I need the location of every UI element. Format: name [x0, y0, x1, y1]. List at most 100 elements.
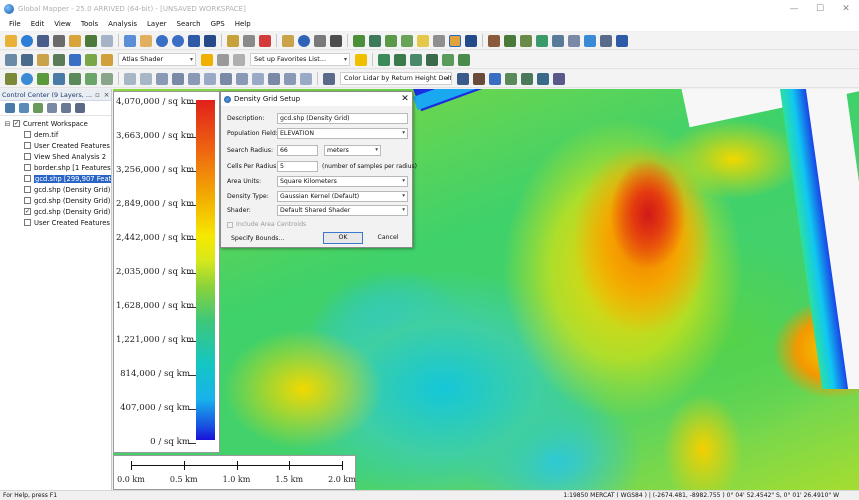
layer-item[interactable]: border.shp [1 Features]	[0, 162, 111, 173]
grid-icon[interactable]	[433, 34, 445, 47]
favorite-star-icon[interactable]	[355, 53, 367, 66]
lidar-draw-icon[interactable]	[378, 53, 390, 66]
search-icon[interactable]	[330, 34, 342, 47]
snap-vertex-icon[interactable]	[101, 72, 113, 85]
menu-tools[interactable]: Tools	[76, 20, 103, 28]
window-icon[interactable]	[101, 34, 113, 47]
split-icon[interactable]	[204, 72, 216, 85]
print-icon[interactable]	[53, 34, 65, 47]
land-icon[interactable]	[520, 34, 532, 47]
pencil-icon[interactable]	[227, 34, 239, 47]
favorites-select[interactable]: Set up Favorites List... ▾	[250, 53, 350, 66]
layer-metadata-icon[interactable]	[19, 103, 29, 113]
layer-checkbox[interactable]	[24, 175, 31, 182]
layer-checkbox[interactable]	[24, 142, 31, 149]
lidar-select-icon[interactable]	[410, 53, 422, 66]
population-field-select[interactable]: ELEVATION ▾	[277, 128, 408, 139]
table-icon[interactable]	[5, 53, 17, 66]
menu-analysis[interactable]: Analysis	[103, 20, 142, 28]
include-centroids-checkbox[interactable]: Include Area Centroids	[227, 221, 306, 228]
difference-icon[interactable]	[268, 72, 280, 85]
workspace-checkbox[interactable]: ✓	[13, 120, 20, 127]
menu-layer[interactable]: Layer	[142, 20, 172, 28]
close-panel-icon[interactable]: ×	[102, 91, 111, 99]
density-grid-icon[interactable]	[449, 34, 461, 47]
layer-close-icon[interactable]	[75, 103, 85, 113]
contour-icon[interactable]	[385, 34, 397, 47]
collapse-icon[interactable]: ⊟	[4, 120, 11, 128]
include-centroids-box[interactable]	[227, 221, 233, 228]
layer-item[interactable]: gcd.shp [299,907 Features]	[0, 173, 111, 184]
area-units-select[interactable]: Square Kilometers ▾	[277, 176, 408, 187]
layer-item[interactable]: View Shed Analysis 2	[0, 151, 111, 162]
feature-type-icon[interactable]	[69, 53, 81, 66]
minimize-button[interactable]: —	[781, 4, 807, 14]
union-icon[interactable]	[236, 72, 248, 85]
home-icon[interactable]	[204, 34, 216, 47]
lidar-tool-icon[interactable]	[458, 53, 470, 66]
layer-group-icon[interactable]	[47, 103, 57, 113]
description-input[interactable]: gcd.shp (Density Grid)	[277, 113, 408, 124]
lidar-vegetation-icon[interactable]	[521, 72, 533, 85]
buffer-icon[interactable]	[220, 72, 232, 85]
lidar-color-select[interactable]: Color Lidar by Return Height Delta ▾	[340, 72, 452, 85]
specify-bounds-button[interactable]: Specify Bounds...	[231, 235, 284, 242]
measure-ruler-icon[interactable]	[282, 34, 294, 47]
layer-item[interactable]: dem.tif	[0, 129, 111, 140]
key-icon[interactable]	[616, 34, 628, 47]
ok-button[interactable]: OK	[323, 232, 363, 244]
cells-per-radius-input[interactable]: 5	[277, 161, 318, 172]
layer-item[interactable]: gcd.shp (Density Grid)	[0, 195, 111, 206]
smooth-icon[interactable]	[284, 72, 296, 85]
globe-icon[interactable]	[21, 34, 33, 47]
layer-checkbox[interactable]	[24, 197, 31, 204]
layer-options-icon[interactable]	[5, 103, 15, 113]
lidar-ground-icon[interactable]	[505, 72, 517, 85]
target-icon[interactable]	[21, 72, 33, 85]
layers-icon[interactable]	[69, 34, 81, 47]
density-type-select[interactable]: Gaussian Kernel (Default) ▾	[277, 191, 408, 202]
scale-icon[interactable]	[156, 72, 168, 85]
delete-x-icon[interactable]	[259, 34, 271, 47]
info-icon[interactable]	[298, 34, 310, 47]
snap-icon[interactable]	[85, 72, 97, 85]
layer-checkbox[interactable]	[24, 164, 31, 171]
shader-select[interactable]: Atlas Shader ▾	[118, 53, 196, 66]
menu-help[interactable]: Help	[230, 20, 256, 28]
layer-sort-icon[interactable]	[61, 103, 71, 113]
move-icon[interactable]	[124, 72, 136, 85]
line-tool-icon[interactable]	[69, 72, 81, 85]
lidar-filter-icon[interactable]	[442, 53, 454, 66]
shade-icon[interactable]	[417, 34, 429, 47]
lidar-grid-icon[interactable]	[457, 72, 469, 85]
zoom-out-icon[interactable]	[172, 34, 184, 47]
shader-options-icon[interactable]	[233, 53, 245, 66]
menu-gps[interactable]: GPS	[206, 20, 230, 28]
menu-file[interactable]: File	[4, 20, 26, 28]
cancel-button[interactable]: Cancel	[368, 232, 408, 244]
layer-checkbox[interactable]	[24, 219, 31, 226]
terrain-3d-icon[interactable]	[369, 34, 381, 47]
intersect-icon[interactable]	[252, 72, 264, 85]
join-icon[interactable]	[188, 72, 200, 85]
lidar-color-icon[interactable]	[323, 72, 335, 85]
open-folder-icon[interactable]	[5, 34, 17, 47]
lidar-edit-icon[interactable]	[394, 53, 406, 66]
vegetation-icon[interactable]	[504, 34, 516, 47]
vertical-exaggeration-icon[interactable]	[217, 53, 229, 66]
sun-icon[interactable]	[201, 53, 213, 66]
edit-vertex-icon[interactable]	[243, 34, 255, 47]
slope-icon[interactable]	[401, 34, 413, 47]
rotate-icon[interactable]	[140, 72, 152, 85]
map-layout-icon[interactable]	[85, 34, 97, 47]
library-icon[interactable]	[101, 53, 113, 66]
network-icon[interactable]	[53, 53, 65, 66]
maximize-button[interactable]: ☐	[807, 4, 833, 14]
close-window-button[interactable]: ✕	[833, 4, 859, 14]
shader-select-dialog[interactable]: Default Shared Shader ▾	[277, 205, 408, 216]
raster-icon[interactable]	[568, 34, 580, 47]
lidar-noise-icon[interactable]	[553, 72, 565, 85]
layer-item[interactable]: gcd.shp (Density Grid)	[0, 184, 111, 195]
elevation-icon[interactable]	[488, 34, 500, 47]
menu-search[interactable]: Search	[172, 20, 206, 28]
